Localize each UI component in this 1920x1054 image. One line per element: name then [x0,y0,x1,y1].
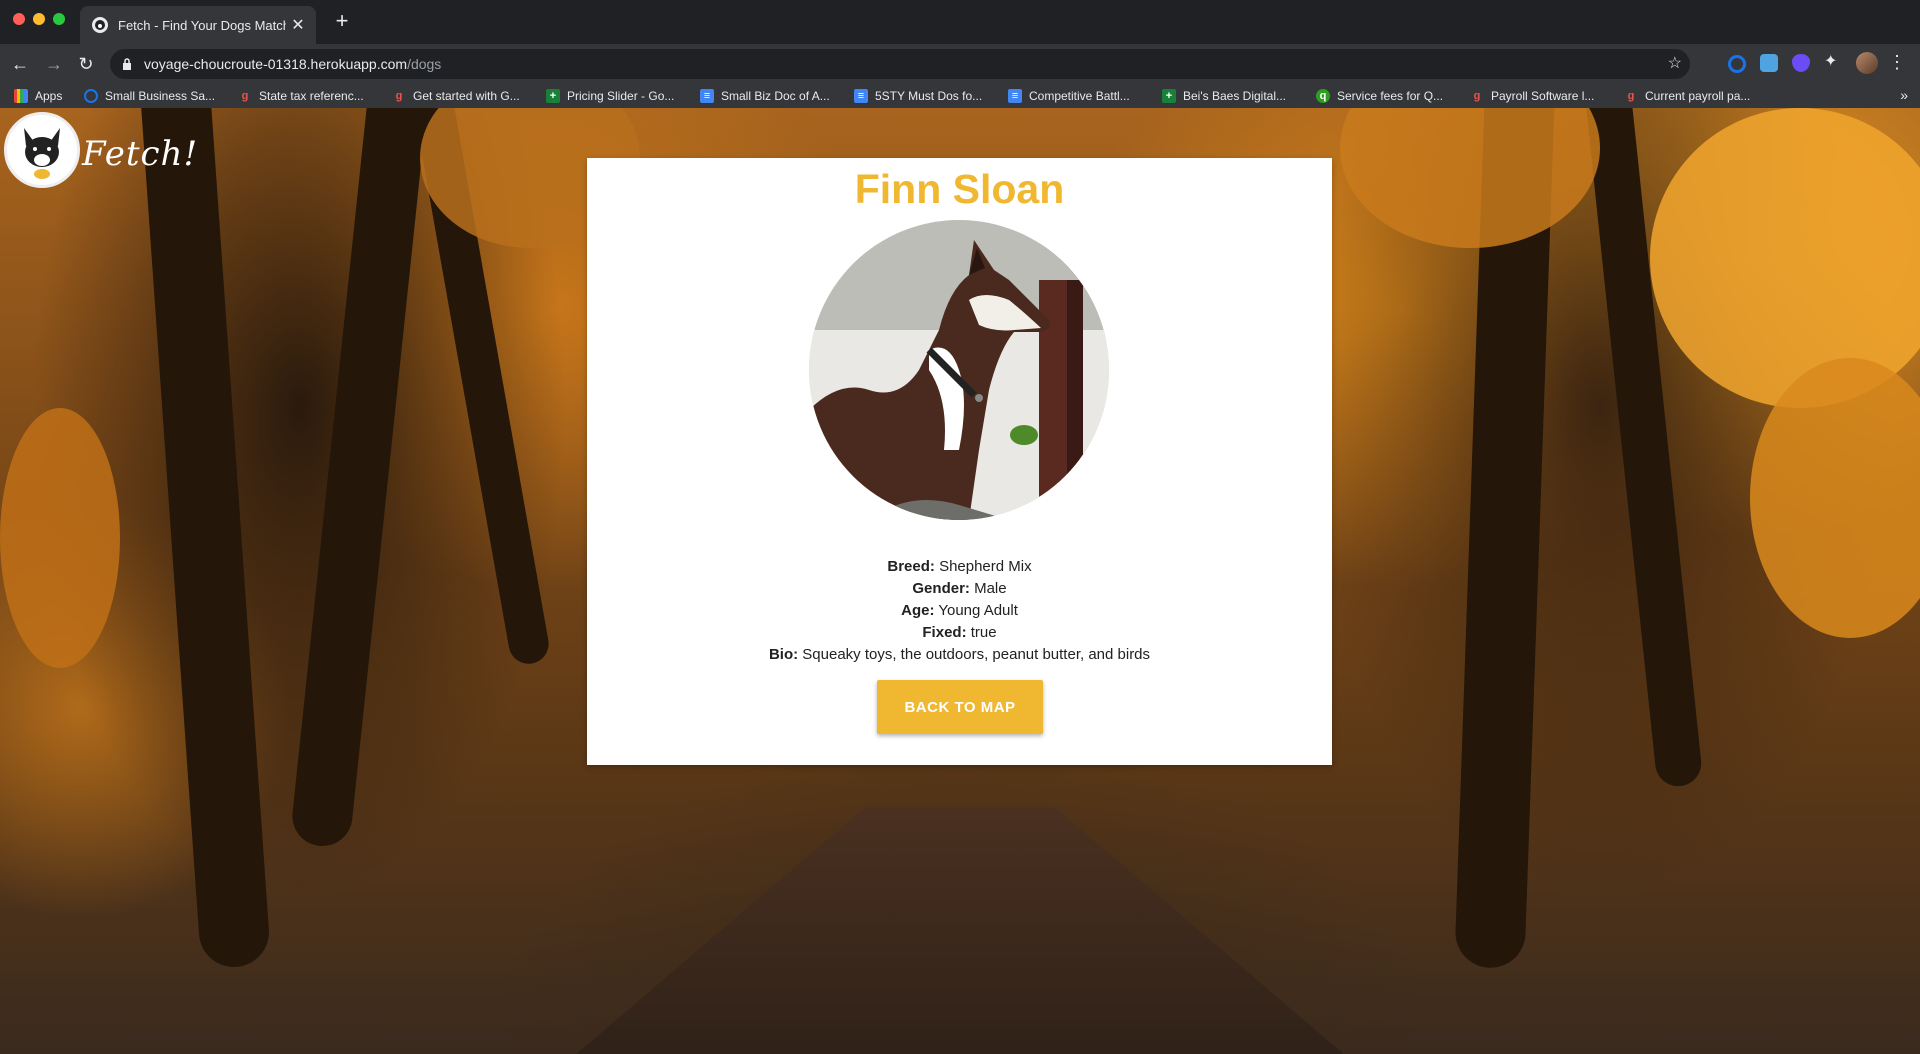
bookmark-label: Get started with G... [413,89,520,103]
bookmark-label: Apps [35,89,63,103]
age-value: Young Adult [938,602,1018,619]
maximize-window-button[interactable] [53,13,65,25]
dog-profile-card: Finn Sloan Breed: Shepherd Mix Gender: M… [587,158,1332,765]
dog-details: Breed: Shepherd Mix Gender: Male Age: Yo… [587,556,1332,666]
url-path: /dogs [407,56,442,72]
extension-calendar-icon[interactable] [1760,54,1778,72]
tree-trunk-decoration [138,108,272,970]
dog-illustration [809,220,1109,520]
browser-menu-icon[interactable]: ⋮ [1888,52,1906,73]
fetch-logo[interactable] [4,112,80,188]
dog-name: Finn Sloan [854,166,1065,212]
reload-icon[interactable]: ↻ [74,52,98,76]
bookmark-service-fees[interactable]: q Service fees for Q... [1316,87,1443,105]
foliage-decoration [1650,108,1920,408]
path-decoration [560,808,1360,1054]
lock-icon [120,57,134,71]
tree-trunk-decoration [289,108,431,849]
qb-icon: q [1316,89,1330,103]
bookmark-label: State tax referenc... [259,89,364,103]
bookmark-competitive[interactable]: ≡ Competitive Battl... [1008,87,1130,105]
bookmark-label: Small Business Sa... [105,89,216,103]
extension-shield-icon[interactable] [1792,54,1810,72]
bookmark-beis-baes[interactable]: + Bei's Baes Digital... [1162,87,1286,105]
url-host: voyage-choucroute-01318.herokuapp.com [144,56,408,72]
age-label: Age: [901,602,935,619]
brand-name: Fetch! [82,134,199,174]
bookmark-pricing-slider[interactable]: + Pricing Slider - Go... [546,87,674,105]
back-arrow-icon[interactable]: ← [8,52,32,76]
bookmark-label: Competitive Battl... [1029,89,1130,103]
bookmark-star-icon[interactable]: ☆ [1668,53,1682,73]
gender-row: Gender: Male [587,578,1332,600]
url-text: voyage-choucroute-01318.herokuapp.com/do… [144,56,441,72]
browser-toolbar: ← → ↻ voyage-choucroute-01318.herokuapp.… [0,44,1920,84]
extension-circle-icon[interactable] [1728,55,1746,73]
gender-label: Gender: [912,580,970,597]
bookmark-apps[interactable]: Apps [14,87,62,105]
bookmarks-overflow-icon[interactable]: » [1900,87,1908,103]
docs-icon: ≡ [1008,89,1022,103]
bookmark-label: Pricing Slider - Go... [567,89,675,103]
bookmark-get-started[interactable]: g Get started with G... [392,87,520,105]
foliage-decoration [0,408,120,668]
sheets-icon: + [1162,89,1176,103]
fixed-value: true [970,624,997,641]
bookmark-current-payroll[interactable]: g Current payroll pa... [1624,87,1751,105]
bio-value: Squeaky toys, the outdoors, peanut butte… [802,646,1151,663]
g-icon: g [241,90,249,102]
g-icon: g [1473,90,1481,102]
bookmark-label: Bei's Baes Digital... [1183,89,1287,103]
bookmark-small-biz-doc[interactable]: ≡ Small Biz Doc of A... [700,87,830,105]
bookmark-label: Service fees for Q... [1337,89,1444,103]
breed-row: Breed: Shepherd Mix [587,556,1332,578]
new-tab-icon[interactable]: + [330,8,354,34]
close-window-button[interactable] [13,13,25,25]
g-icon: g [1627,90,1635,102]
bookmark-payroll-software[interactable]: g Payroll Software l... [1470,87,1595,105]
bookmark-state-tax[interactable]: g State tax referenc... [238,87,364,105]
dog-photo [809,220,1109,520]
docs-icon: ≡ [854,89,868,103]
back-to-map-button[interactable]: BACK TO MAP [877,680,1043,734]
bookmark-label: Current payroll pa... [1645,89,1751,103]
address-bar[interactable]: voyage-choucroute-01318.herokuapp.com/do… [110,49,1690,79]
breed-value: Shepherd Mix [939,558,1032,575]
gender-value: Male [974,580,1007,597]
sheets-icon: + [546,89,560,103]
fixed-row: Fixed: true [587,622,1332,644]
extensions-puzzle-icon[interactable]: ✦ [1824,51,1842,70]
foliage-decoration [1340,108,1600,248]
profile-avatar[interactable] [1856,52,1878,74]
g-icon: g [395,90,403,102]
circle-icon [84,89,98,103]
bookmark-label: Small Biz Doc of A... [721,89,830,103]
breed-label: Breed: [887,558,935,575]
bio-label: Bio: [768,646,799,663]
fixed-label: Fixed: [922,624,967,641]
bookmark-small-business[interactable]: Small Business Sa... [84,87,215,105]
page-viewport: Fetch! Finn Sloan Breed: Shepherd Mix Ge [0,108,1920,1054]
age-row: Age: Young Adult [587,600,1332,622]
apps-grid-icon [14,89,28,103]
minimize-window-button[interactable] [33,13,45,25]
tab-title: Fetch - Find Your Dogs Match [118,17,286,33]
dog-face-icon [24,128,60,179]
docs-icon: ≡ [700,89,714,103]
forward-arrow-icon[interactable]: → [42,52,66,76]
bookmark-label: 5STY Must Dos fo... [875,89,983,103]
bio-row: Bio: Squeaky toys, the outdoors, peanut … [587,644,1332,666]
fetch-favicon-icon [92,17,108,33]
bookmarks-bar: Apps Small Business Sa... g State tax re… [0,84,1920,109]
active-tab[interactable]: Fetch - Find Your Dogs Match ✕ [80,6,316,44]
tab-strip: Fetch - Find Your Dogs Match ✕ + [0,0,1920,44]
close-tab-icon[interactable]: ✕ [286,15,310,35]
bookmark-5sty[interactable]: ≡ 5STY Must Dos fo... [854,87,982,105]
bookmark-label: Payroll Software l... [1491,89,1595,103]
